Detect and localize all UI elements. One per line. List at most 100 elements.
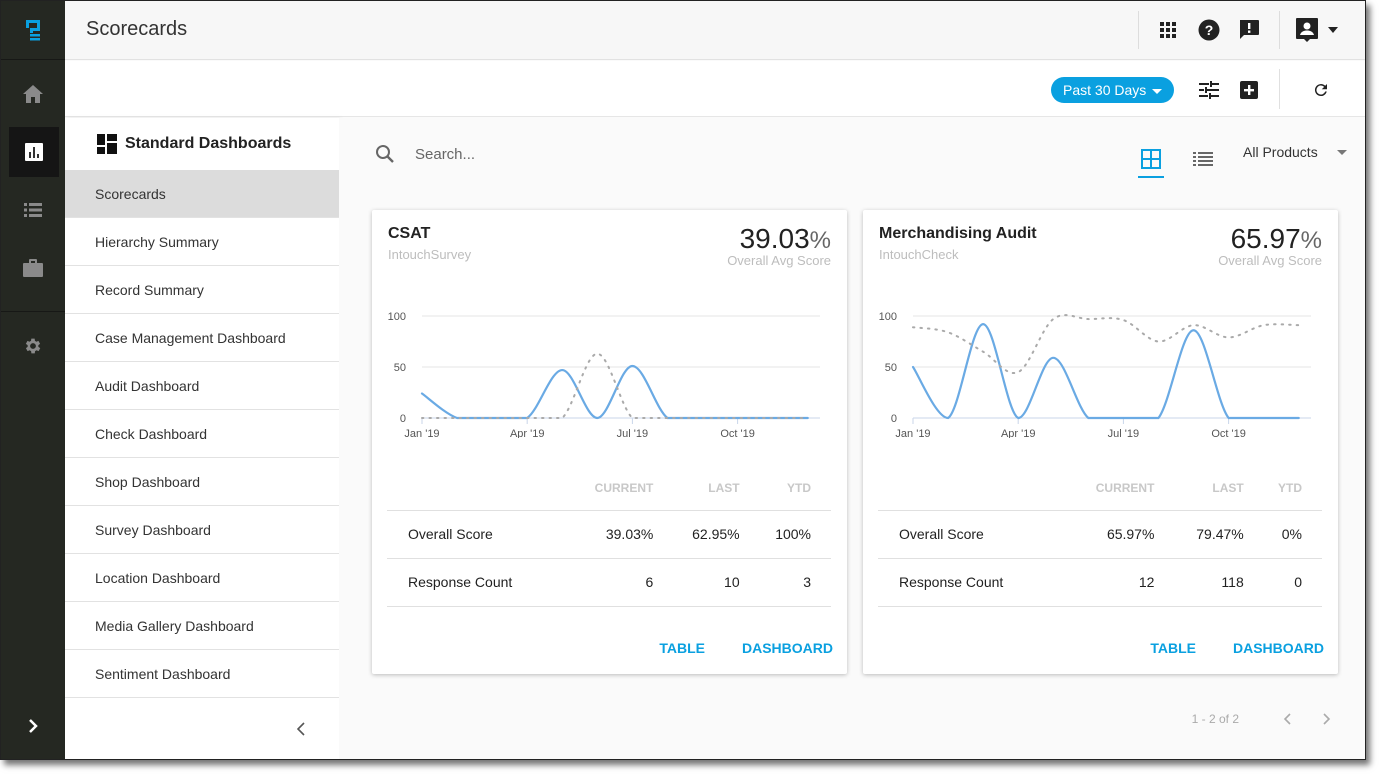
list-view-toggle[interactable] [1190, 146, 1216, 172]
product-filter-label: All Products [1243, 144, 1318, 160]
card-title: CSAT [388, 225, 431, 242]
feedback-button[interactable] [1236, 17, 1262, 43]
row-label: Response Count [878, 558, 1071, 607]
panel-heading-label: Standard Dashboards [125, 135, 292, 152]
dashboards-panel: Standard Dashboards Scorecards Hierarchy… [65, 118, 339, 759]
dashboard-button[interactable]: DASHBOARD [1233, 640, 1324, 656]
apps-grid-icon [1160, 22, 1176, 38]
column-header-current: CURRENT [572, 466, 674, 511]
panel-item-label: Survey Dashboard [95, 521, 211, 538]
y-tick-label: 100 [388, 311, 406, 323]
panel-item-location-dashboard[interactable]: Location Dashboard [65, 554, 339, 602]
y-tick-label: 50 [394, 362, 406, 374]
y-tick-label: 50 [885, 362, 897, 374]
refresh-icon [1314, 84, 1327, 97]
chevron-left-icon [297, 722, 305, 736]
search-icon[interactable] [375, 144, 395, 164]
search-input[interactable] [415, 142, 735, 166]
toolbar-divider [1279, 69, 1280, 109]
previous-page-button[interactable] [1267, 709, 1307, 729]
expand-rail-button[interactable] [1, 711, 65, 741]
card-score: 65.97% [1231, 223, 1322, 255]
svg-text:?: ? [1205, 22, 1214, 38]
grid-view-toggle[interactable] [1138, 146, 1164, 178]
panel-item-hierarchy-summary[interactable]: Hierarchy Summary [65, 218, 339, 266]
account-menu-button[interactable] [1295, 17, 1339, 43]
cell-ytd: 100% [759, 510, 831, 559]
product-filter-dropdown[interactable]: All Products [1243, 144, 1347, 164]
x-tick-label: Jan '19 [895, 428, 930, 438]
cell-current: 6 [572, 558, 674, 607]
rail-lists[interactable] [1, 185, 65, 235]
table-button[interactable]: TABLE [659, 640, 705, 656]
table-row: Response Count 6 10 3 [387, 558, 831, 607]
date-range-label: Past 30 Days [1063, 82, 1147, 98]
panel-item-label: Check Dashboard [95, 425, 208, 442]
panel-item-label: Sentiment Dashboard [95, 665, 231, 682]
caret-down-icon [1337, 150, 1347, 155]
metrics-table: CURRENT LAST YTD Overall Score 65.97% 79… [878, 466, 1322, 607]
add-dashboard-button[interactable] [1236, 77, 1262, 103]
toolbar: Past 30 Days [65, 61, 1365, 117]
row-label: Overall Score [387, 510, 573, 559]
rail-briefcase[interactable] [1, 243, 65, 293]
list-view-icon [1193, 152, 1213, 166]
card-source: IntouchSurvey [388, 247, 472, 262]
row-label: Overall Score [878, 510, 1071, 559]
logo-icon [26, 20, 40, 41]
column-header-last: LAST [673, 466, 760, 511]
filter-sliders-icon [1199, 81, 1219, 99]
rail-dashboards[interactable] [9, 127, 59, 177]
panel-item-label: Hierarchy Summary [95, 233, 219, 250]
dashboard-icon [97, 134, 117, 154]
rail-home[interactable] [1, 69, 65, 119]
panel-item-scorecards[interactable]: Scorecards [65, 170, 339, 218]
panel-item-shop-dashboard[interactable]: Shop Dashboard [65, 458, 339, 506]
date-range-dropdown[interactable]: Past 30 Days [1051, 77, 1175, 103]
card-score-label: Overall Avg Score [727, 253, 831, 268]
cell-ytd: 0 [1263, 558, 1322, 607]
left-rail [1, 1, 65, 759]
refresh-button[interactable] [1308, 77, 1334, 103]
add-box-icon [1240, 81, 1258, 99]
panel-item-audit-dashboard[interactable]: Audit Dashboard [65, 362, 339, 410]
table-button[interactable]: TABLE [1150, 640, 1196, 656]
caret-down-icon [1328, 27, 1338, 33]
panel-item-sentiment-dashboard[interactable]: Sentiment Dashboard [65, 650, 339, 698]
panel-item-media-gallery-dashboard[interactable]: Media Gallery Dashboard [65, 602, 339, 650]
y-tick-label: 0 [400, 413, 406, 425]
filter-button[interactable] [1196, 77, 1222, 103]
series-line-current [420, 364, 809, 420]
x-tick-label: Oct '19 [1211, 428, 1246, 438]
pagination: 1 - 2 of 2 [1192, 709, 1347, 729]
app-logo[interactable] [1, 1, 65, 60]
collapse-panel-button[interactable] [291, 719, 311, 739]
cell-ytd: 0% [1263, 510, 1322, 559]
column-header-ytd: YTD [759, 466, 831, 511]
apps-grid-button[interactable] [1155, 17, 1181, 43]
panel-item-record-summary[interactable]: Record Summary [65, 266, 339, 314]
x-tick-label: Jul '19 [617, 428, 648, 438]
dashboard-button[interactable]: DASHBOARD [742, 640, 833, 656]
panel-item-case-management-dashboard[interactable]: Case Management Dashboard [65, 314, 339, 362]
x-tick-label: Apr '19 [1001, 428, 1036, 438]
panel-item-survey-dashboard[interactable]: Survey Dashboard [65, 506, 339, 554]
help-icon: ? [1198, 19, 1220, 41]
chevron-right-icon [29, 719, 38, 733]
panel-item-label: Media Gallery Dashboard [95, 617, 254, 634]
next-page-button[interactable] [1307, 709, 1347, 729]
rail-divider [1, 311, 65, 312]
x-tick-label: Oct '19 [720, 428, 755, 438]
card-score-unit: % [809, 227, 831, 254]
series-line-last [421, 352, 809, 419]
x-tick-label: Apr '19 [510, 428, 545, 438]
metrics-table: CURRENT LAST YTD Overall Score 39.03% 62… [387, 466, 831, 607]
cell-current: 65.97% [1070, 510, 1175, 559]
rail-settings[interactable] [1, 321, 65, 371]
panel-item-check-dashboard[interactable]: Check Dashboard [65, 410, 339, 458]
panel-item-label: Case Management Dashboard [95, 329, 286, 346]
briefcase-icon [23, 259, 43, 277]
cell-last: 118 [1174, 558, 1264, 607]
card-score-unit: % [1300, 227, 1322, 254]
help-button[interactable]: ? [1196, 17, 1222, 43]
